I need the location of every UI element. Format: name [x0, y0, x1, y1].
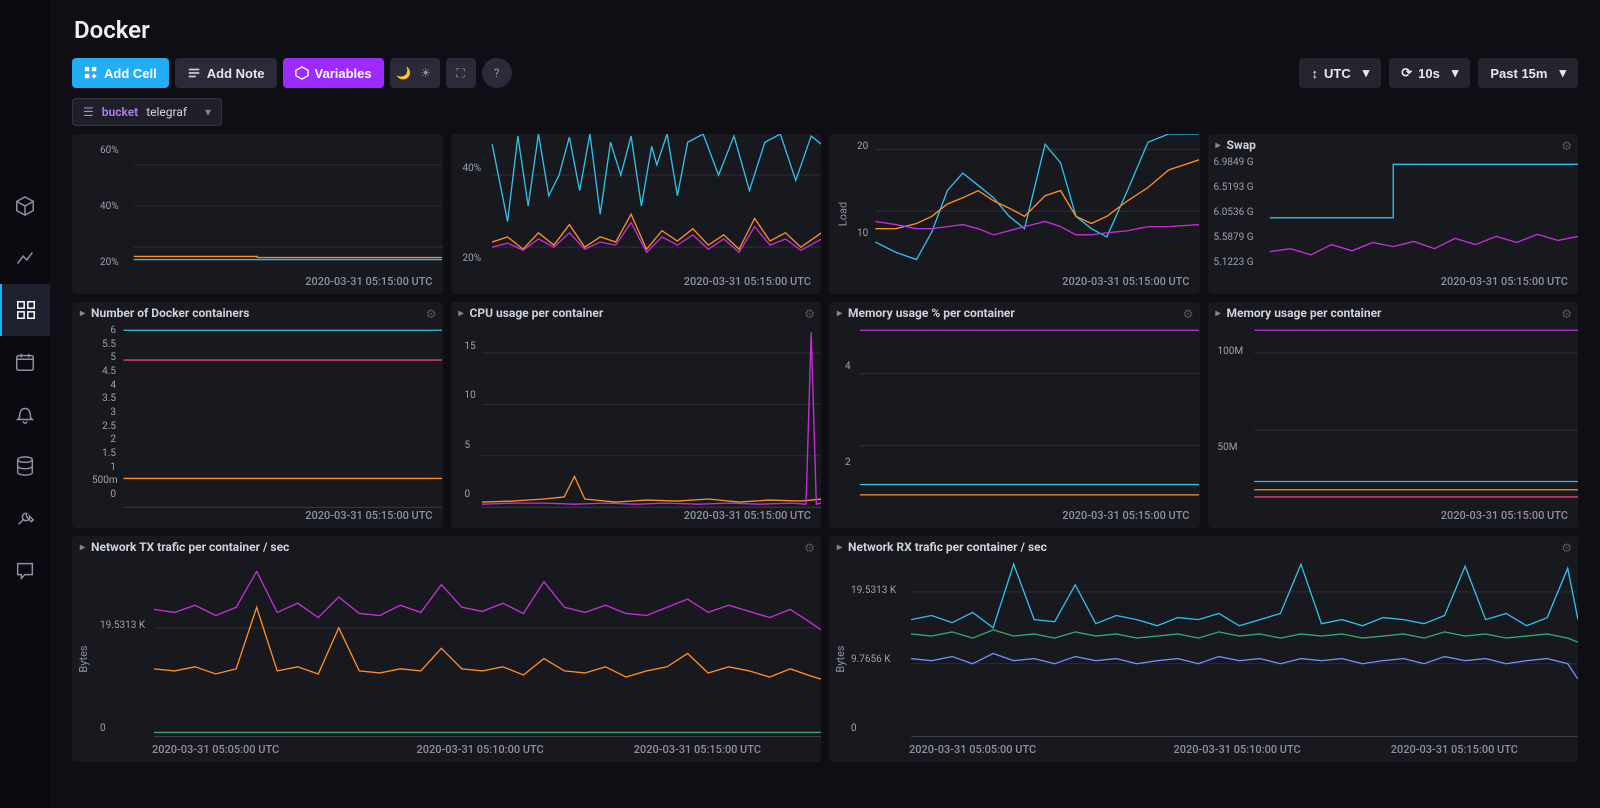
collapse-icon[interactable]: ▸: [459, 308, 464, 319]
x-timestamp: 2020-03-31 05:15:00 UTC: [1062, 509, 1189, 522]
panel-title: Memory usage per container: [1227, 306, 1382, 320]
collapse-icon[interactable]: ▸: [837, 542, 842, 553]
bucket-key-label: bucket: [102, 105, 138, 119]
help-icon[interactable]: ?: [482, 58, 512, 88]
variables-button[interactable]: Variables: [283, 58, 384, 88]
variables-icon: [295, 66, 309, 80]
nav-dashboards[interactable]: [0, 284, 50, 336]
panel-r1c1: 60% 40% 20% 2020-03-31 05:15:00 UTC: [72, 134, 443, 294]
add-note-icon: [187, 66, 201, 80]
add-cell-icon: [84, 66, 98, 80]
timezone-arrow-icon: ↕: [1311, 66, 1318, 81]
gear-icon[interactable]: ⚙: [804, 541, 815, 555]
bucket-filter-dropdown[interactable]: ☰ bucket telegraf ▾: [72, 98, 222, 126]
collapse-icon[interactable]: ▸: [80, 308, 85, 319]
filter-row: ☰ bucket telegraf ▾: [72, 98, 1578, 126]
timerange-dropdown[interactable]: Past 15m ▾: [1478, 58, 1578, 88]
refresh-label: 10s: [1418, 66, 1440, 81]
nav-wrench[interactable]: [0, 492, 50, 544]
fullscreen-icon[interactable]: ⛶: [446, 58, 476, 88]
panel-net-rx: ▸ Network RX trafic per container / sec ⚙…: [829, 536, 1578, 762]
panel-title: Number of Docker containers: [91, 306, 249, 320]
variables-label: Variables: [315, 66, 372, 81]
nav-bell[interactable]: [0, 388, 50, 440]
chart-r1c1: [72, 134, 442, 299]
panel-r1c2: 40% 20% 2020-03-31 05:15:00 UTC: [451, 134, 822, 294]
timerange-label: Past 15m: [1490, 66, 1547, 81]
timezone-dropdown[interactable]: ↕ UTC ▾: [1299, 58, 1381, 88]
theme-toggle-group: 🌙 ☀: [390, 58, 440, 88]
collapse-icon[interactable]: ▸: [80, 542, 85, 553]
chart-r1c2: [451, 134, 821, 299]
panel-mem-bytes: ▸Memory usage per container ⚙ 100M50M: [1208, 302, 1579, 528]
x-timestamp: 2020-03-31 05:15:00 UTC: [305, 275, 432, 288]
panel-swap: ▸ Swap ⚙ 6.9849 G 6.5193 G 6.0536 G 5.58…: [1208, 134, 1579, 294]
sidebar: [0, 0, 50, 808]
gear-icon[interactable]: ⚙: [1561, 541, 1572, 555]
panel-title: Swap: [1227, 138, 1256, 152]
gear-icon[interactable]: ⚙: [426, 307, 437, 321]
gear-icon[interactable]: ⚙: [804, 307, 815, 321]
add-note-label: Add Note: [207, 66, 265, 81]
panel-title: Memory usage % per container: [848, 306, 1015, 320]
x-timestamp: 2020-03-31 05:15:00 UTC: [684, 509, 811, 522]
gear-icon[interactable]: ⚙: [1561, 307, 1572, 321]
x-timestamp: 2020-03-31 05:15:00 UTC: [1391, 743, 1518, 756]
panel-cpu-per-container: ▸CPU usage per container ⚙ 151050: [451, 302, 822, 528]
x-timestamp: 2020-03-31 05:15:00 UTC: [1441, 275, 1568, 288]
dashboard-grid: 60% 40% 20% 2020-03-31 05:15:00 UTC: [72, 134, 1578, 808]
page-title: Docker: [74, 16, 1578, 44]
refresh-dropdown[interactable]: ⟳ 10s ▾: [1389, 58, 1470, 88]
panel-r1c3: Load 20 10 2020-03-31 05:15:00 UT: [829, 134, 1200, 294]
x-timestamp: 2020-03-31 05:15:00 UTC: [634, 743, 761, 756]
chevron-down-icon: ▾: [1559, 65, 1566, 81]
light-mode-icon[interactable]: ☀: [415, 61, 437, 85]
add-cell-button[interactable]: Add Cell: [72, 58, 169, 88]
dark-mode-icon[interactable]: 🌙: [393, 61, 415, 85]
chart-net-tx: [72, 556, 821, 766]
chart-containers: [72, 322, 442, 533]
x-timestamp: 2020-03-31 05:05:00 UTC: [152, 743, 279, 756]
x-timestamp: 2020-03-31 05:05:00 UTC: [909, 743, 1036, 756]
add-cell-label: Add Cell: [104, 66, 157, 81]
x-timestamp: 2020-03-31 05:15:00 UTC: [1062, 275, 1189, 288]
nav-chat[interactable]: [0, 544, 50, 596]
chart-net-rx: [829, 556, 1578, 766]
panel-net-tx: ▸ Network TX trafic per container / sec ⚙…: [72, 536, 821, 762]
add-note-button[interactable]: Add Note: [175, 58, 277, 88]
gear-icon[interactable]: ⚙: [1561, 139, 1572, 153]
timezone-label: UTC: [1324, 66, 1351, 81]
x-timestamp: 2020-03-31 05:10:00 UTC: [417, 743, 544, 756]
panel-mem-pct: ▸Memory usage % per container ⚙ 42: [829, 302, 1200, 528]
chevron-down-icon: ▾: [205, 105, 211, 119]
x-timestamp: 2020-03-31 05:15:00 UTC: [305, 509, 432, 522]
x-timestamp: 2020-03-31 05:15:00 UTC: [1441, 509, 1568, 522]
bucket-value-label: telegraf: [146, 105, 187, 119]
collapse-icon[interactable]: ▸: [1216, 308, 1221, 319]
chart-cpu: [451, 322, 821, 533]
panel-title: CPU usage per container: [470, 306, 604, 320]
nav-lightning[interactable]: [0, 232, 50, 284]
filter-handle-icon: ☰: [83, 105, 94, 119]
toolbar: Add Cell Add Note Variables 🌙 ☀ ⛶ ? ↕ UT…: [72, 58, 1578, 88]
nav-calendar[interactable]: [0, 336, 50, 388]
gear-icon[interactable]: ⚙: [1183, 307, 1194, 321]
nav-cube[interactable]: [0, 180, 50, 232]
x-timestamp: 2020-03-31 05:10:00 UTC: [1174, 743, 1301, 756]
panel-title: Network TX trafic per container / sec: [91, 540, 289, 554]
chart-mem-pct: [829, 322, 1199, 533]
chevron-down-icon: ▾: [1363, 65, 1370, 81]
chart-mem-bytes: [1208, 322, 1578, 533]
refresh-icon: ⟳: [1401, 65, 1412, 81]
x-timestamp: 2020-03-31 05:15:00 UTC: [684, 275, 811, 288]
nav-database[interactable]: [0, 440, 50, 492]
collapse-icon[interactable]: ▸: [1216, 140, 1221, 151]
panel-title: Network RX trafic per container / sec: [848, 540, 1047, 554]
panel-docker-containers: ▸Number of Docker containers ⚙ 65.554.54…: [72, 302, 443, 528]
chevron-down-icon: ▾: [1452, 65, 1459, 81]
collapse-icon[interactable]: ▸: [837, 308, 842, 319]
chart-r1c3: [829, 134, 1199, 299]
